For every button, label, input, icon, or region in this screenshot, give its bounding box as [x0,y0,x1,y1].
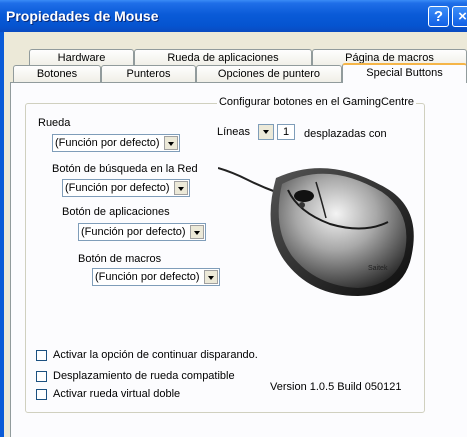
tab-opciones-puntero[interactable]: Opciones de puntero [196,65,342,82]
tab-special-buttons[interactable]: Special Buttons [342,63,467,83]
continuous-fire-checkbox[interactable] [36,350,47,361]
macros-button-select[interactable]: (Función por defecto) [92,268,220,286]
apps-button-label: Botón de aplicaciones [62,206,170,218]
close-button[interactable]: × [452,6,467,27]
tab-botones[interactable]: Botones [13,65,101,82]
wheel-label: Rueda [38,117,71,129]
macros-button-label: Botón de macros [78,253,162,265]
lines-label: Líneas [217,126,251,138]
groupbox-title: Configurar botones en el GamingCentre [216,96,416,108]
version-text: Version 1.0.5 Build 050121 [270,381,402,393]
lines-dropdown-button[interactable] [258,124,274,140]
continuous-fire-label: Activar la opción de continuar disparand… [53,349,258,361]
window-title: Propiedades de Mouse [6,8,159,24]
apps-button-select[interactable]: (Función por defecto) [78,223,206,241]
chevron-down-icon[interactable] [190,225,204,239]
mouse-image: Saitek [218,167,414,296]
chevron-down-icon[interactable] [164,136,178,150]
apps-button-select-value: (Función por defecto) [81,226,186,238]
virtual-double-wheel-label: Activar rueda virtual doble [53,388,181,400]
mouse-brand-label: Saitek [368,265,388,272]
lines-suffix-label: desplazadas con [304,128,387,140]
wheel-select[interactable]: (Función por defecto) [52,134,180,152]
wheel-select-value: (Función por defecto) [55,137,160,149]
chevron-down-icon[interactable] [204,270,218,284]
help-button[interactable]: ? [428,6,449,27]
tab-hardware[interactable]: Hardware [29,49,134,66]
title-bar[interactable]: Propiedades de Mouse ? × [0,0,467,32]
compatible-scroll-checkbox[interactable] [36,371,47,382]
virtual-double-wheel-checkbox[interactable] [36,389,47,400]
lines-value-field[interactable]: 1 [277,124,295,140]
search-button-select-value: (Función por defecto) [65,182,170,194]
tab-punteros[interactable]: Punteros [101,65,196,82]
search-button-label: Botón de búsqueda en la Red [52,163,198,175]
search-button-select[interactable]: (Función por defecto) [62,179,190,197]
compatible-scroll-label: Desplazamiento de rueda compatible [53,370,235,382]
window-frame-left [0,32,4,437]
tab-rueda-aplicaciones[interactable]: Rueda de aplicaciones [134,49,312,66]
chevron-down-icon[interactable] [174,181,188,195]
macros-button-select-value: (Función por defecto) [95,271,200,283]
